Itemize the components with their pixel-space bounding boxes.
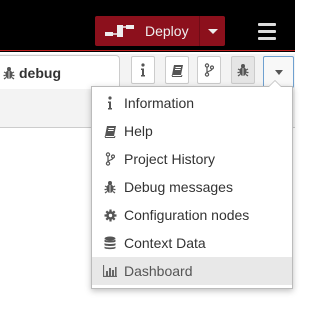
sidebar-info-button[interactable]: [131, 56, 155, 84]
bug-icon: [102, 179, 118, 195]
sidebar-history-button[interactable]: [197, 56, 221, 84]
menu-item-dashboard[interactable]: Dashboard: [92, 257, 292, 285]
bug-icon: [3, 66, 15, 80]
menu-item-project-history[interactable]: Project History: [92, 145, 292, 173]
book-icon: [171, 64, 183, 77]
bug-icon: [237, 64, 249, 77]
info-icon: [102, 95, 118, 111]
deploy-label: Deploy: [145, 23, 189, 39]
menu-item-debug-messages[interactable]: Debug messages: [92, 173, 292, 201]
deploy-options-button[interactable]: [200, 28, 225, 34]
database-icon: [102, 235, 118, 251]
hamburger-bar: [258, 29, 276, 33]
hamburger-bar: [258, 36, 276, 40]
menu-item-label: Help: [124, 123, 153, 139]
caret-down-icon: [207, 28, 218, 34]
menu-item-information[interactable]: Information: [92, 89, 292, 117]
menu-item-label: Information: [124, 95, 195, 111]
branch-icon: [204, 63, 214, 77]
app-header: Deploy: [0, 0, 295, 52]
tab-label: debug: [19, 64, 61, 81]
hamburger-bar: [258, 22, 276, 26]
menu-item-label: Dashboard: [124, 263, 193, 279]
menu-item-label: Configuration nodes: [124, 207, 250, 223]
menu-item-configuration-nodes[interactable]: Configuration nodes: [92, 201, 292, 229]
book-icon: [102, 123, 118, 139]
branch-icon: [102, 151, 118, 167]
menu-item-context-data[interactable]: Context Data: [92, 229, 292, 257]
menu-item-label: Project History: [124, 151, 216, 167]
deploy-main-button[interactable]: Deploy: [95, 16, 199, 46]
info-icon: [141, 63, 145, 77]
menu-item-label: Debug messages: [124, 179, 233, 195]
deploy-button[interactable]: Deploy: [95, 16, 225, 46]
menu-item-label: Context Data: [124, 235, 206, 251]
main-menu-button[interactable]: [252, 17, 282, 45]
gear-icon: [102, 207, 118, 223]
sidebar-tab-menu: Information Help Project History Debug m…: [91, 80, 293, 289]
sidebar-debug-button[interactable]: [231, 56, 255, 84]
menu-item-help[interactable]: Help: [92, 117, 292, 145]
sidebar-help-button[interactable]: [165, 56, 189, 84]
deploy-icon: [105, 25, 134, 37]
tab-debug[interactable]: debug: [0, 55, 120, 89]
bar-chart-icon: [102, 263, 118, 279]
chevron-down-icon: [274, 69, 283, 75]
